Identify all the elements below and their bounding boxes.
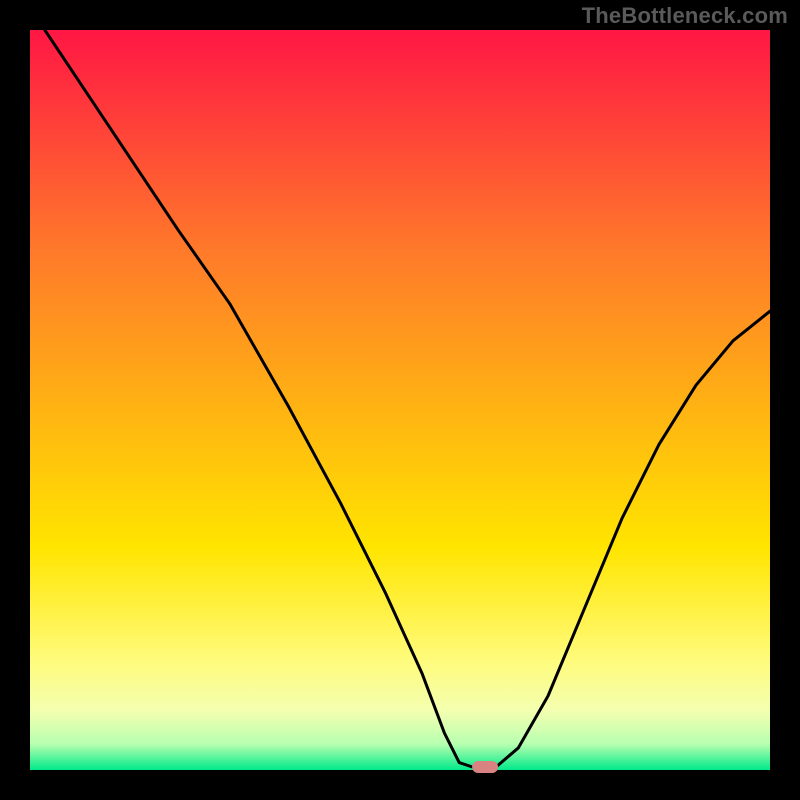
gradient-background	[30, 30, 770, 770]
bottleneck-chart	[0, 0, 800, 800]
watermark-text: TheBottleneck.com	[582, 3, 788, 29]
optimal-marker	[472, 761, 498, 773]
chart-frame: TheBottleneck.com	[0, 0, 800, 800]
